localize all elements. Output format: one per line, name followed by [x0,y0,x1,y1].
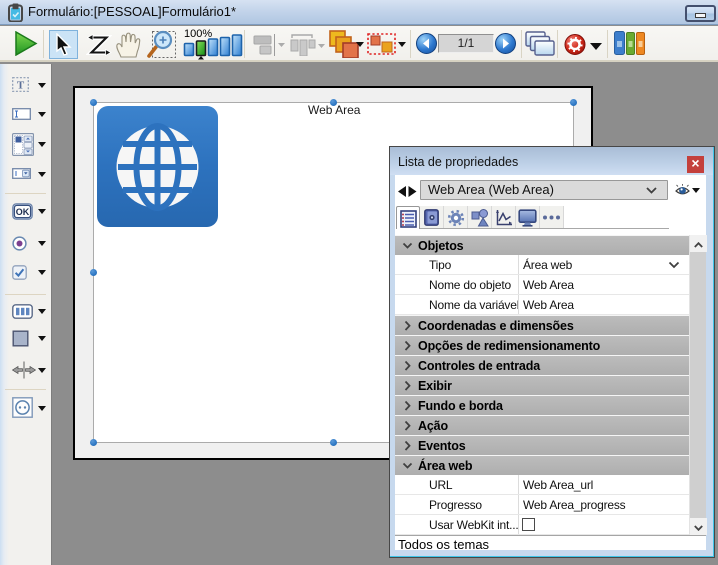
svg-text:OK: OK [15,207,29,217]
svg-text:T: T [16,80,24,92]
